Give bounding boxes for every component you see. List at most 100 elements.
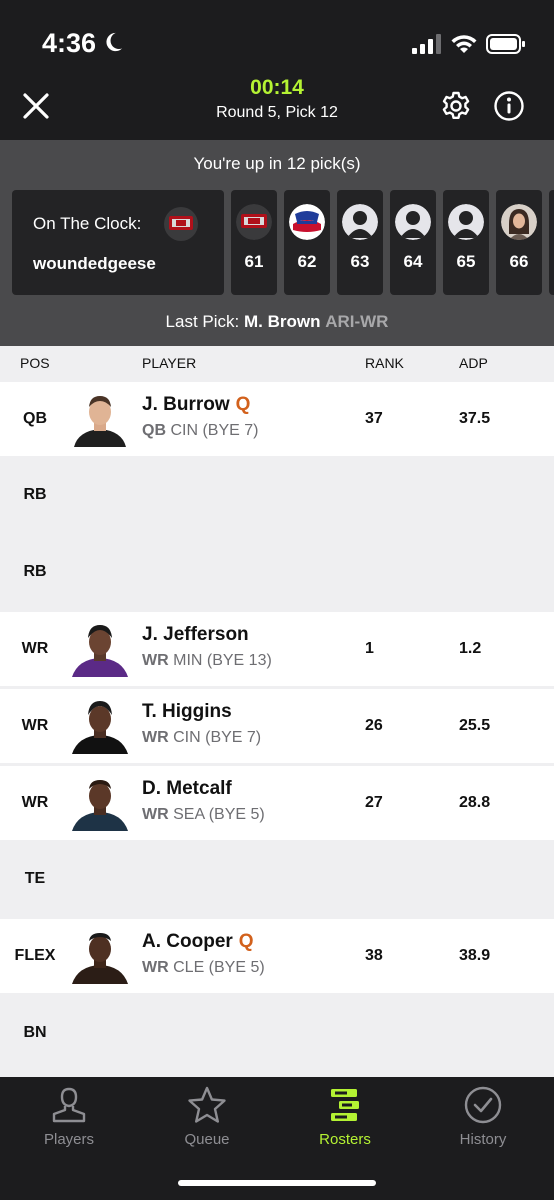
draft-order-panel: You're up in 12 pick(s) On The Clock: wo… [0,140,554,346]
player-name[interactable]: D. Metcalf [142,778,232,800]
status-bar: 4:36 [0,0,554,80]
tab-history[interactable]: History [414,1077,552,1167]
roster-slot: WR [21,640,49,657]
draft-header: 00:14 Round 5, Pick 12 [0,76,554,140]
player-name-text: T. Higgins [142,701,232,722]
roster-slot: RB [23,486,47,503]
column-header-player: PLAYER [142,355,197,371]
roster-row[interactable]: WR T. Higgins WR CIN (BYE 7) 26 25.5 [0,689,554,763]
player-headshot [70,928,130,984]
person-icon [52,1087,86,1123]
info-icon[interactable] [493,90,525,122]
pick-card[interactable]: 61 [231,190,277,295]
player-team-bye: CLE (BYE 5) [173,959,265,976]
settings-gear-icon[interactable] [440,90,472,122]
player-team-bye: CIN (BYE 7) [173,729,262,746]
player-meta: QB CIN (BYE 7) [142,422,258,440]
pick-card[interactable]: 66 [496,190,542,295]
player-rank: 37 [365,410,383,427]
tab-queue[interactable]: Queue [138,1077,276,1167]
on-the-clock-label: On The Clock: [33,214,142,233]
player-name-text: D. Metcalf [142,778,232,799]
last-pick-player[interactable]: M. Brown [244,312,321,331]
pick-card[interactable]: 65 [443,190,489,295]
roster-row[interactable]: WR D. Metcalf WR SEA (BYE 5) 27 28.8 [0,766,554,840]
picks-until-turn: You're up in 12 pick(s) [193,154,361,173]
team-logo-avatar [164,207,198,241]
roster-slot: FLEX [14,947,56,964]
player-rank: 27 [365,794,383,811]
roster-slot: TE [24,870,46,887]
last-pick-position: ARI-WR [325,312,389,331]
player-position: WR [142,959,169,976]
user-photo-avatar [501,204,537,240]
injury-tag-questionable: Q [235,394,251,415]
roster-row-empty[interactable]: TE [0,842,554,916]
tab-label: Queue [184,1131,230,1148]
tab-players[interactable]: Players [0,1077,138,1167]
player-headshot [70,775,130,831]
player-adp: 38.9 [459,947,491,964]
roster-row[interactable]: FLEX A. Cooper Q WR CLE (BYE 5) 38 38.9 [0,919,554,993]
last-pick: Last Pick: M. Brown ARI-WR [0,312,554,332]
player-position: WR [142,652,169,669]
pick-card[interactable]: 63 [337,190,383,295]
pick-card[interactable]: 62 [284,190,330,295]
injury-tag-questionable: Q [238,931,254,952]
player-meta: WR CIN (BYE 7) [142,729,261,747]
battery-icon [486,34,525,54]
pick-number: 62 [297,252,317,271]
last-pick-label: Last Pick: [165,312,240,331]
player-meta: WR CLE (BYE 5) [142,959,265,977]
roster-table: POS PLAYER RANK ADP QB J. Burrow Q QB CIN… [0,346,554,1077]
player-position: WR [142,806,169,823]
player-name[interactable]: T. Higgins [142,701,232,723]
tab-rosters[interactable]: Rosters [276,1077,414,1167]
player-meta: WR MIN (BYE 13) [142,652,272,670]
on-the-clock-card[interactable]: On The Clock: woundedgeese [12,190,224,295]
home-indicator[interactable] [178,1180,376,1186]
player-team-bye: CIN (BYE 7) [170,422,259,439]
pick-card[interactable]: 64 [390,190,436,295]
player-name-text: J. Burrow [142,394,230,415]
default-avatar-icon [342,204,378,240]
player-adp: 28.8 [459,794,491,811]
tab-label: Players [43,1131,95,1148]
roster-row-empty[interactable]: RB [0,535,554,609]
player-name[interactable]: A. Cooper Q [142,931,254,953]
roster-row-empty[interactable]: RB [0,458,554,532]
tab-label: Rosters [319,1131,371,1148]
player-position: QB [142,422,166,439]
column-header-rank: RANK [365,355,404,371]
cellular-signal-icon [412,34,441,54]
pick-card-partial[interactable] [549,190,554,295]
pick-number: 61 [244,252,264,271]
player-headshot [70,391,130,447]
default-avatar-icon [448,204,484,240]
player-rank: 38 [365,947,383,964]
pick-number: 64 [403,252,423,271]
wifi-icon [451,35,477,53]
player-name-text: A. Cooper [142,931,233,952]
player-name[interactable]: J. Jefferson [142,624,249,646]
roster-slot: RB [23,563,47,580]
roster-row[interactable]: WR J. Jefferson WR MIN (BYE 13) 1 1.2 [0,612,554,686]
player-position: WR [142,729,169,746]
player-meta: WR SEA (BYE 5) [142,806,265,824]
moon-icon [106,32,123,52]
check-circle-icon [464,1086,502,1124]
star-icon [188,1086,226,1123]
player-name-text: J. Jefferson [142,624,249,645]
roster-slot: BN [23,1024,47,1041]
team-logo-avatar [236,204,272,240]
player-headshot [70,698,130,754]
player-headshot [70,621,130,677]
roster-row[interactable]: QB J. Burrow Q QB CIN (BYE 7) 37 37.5 [0,382,554,456]
player-name[interactable]: J. Burrow Q [142,394,250,416]
roster-row-empty[interactable]: BN [0,996,554,1070]
roster-slot: QB [23,410,47,427]
roster-slot: WR [21,794,49,811]
player-team-bye: MIN (BYE 13) [173,652,272,669]
pick-number: 66 [509,252,529,271]
roster-icon [331,1089,359,1121]
